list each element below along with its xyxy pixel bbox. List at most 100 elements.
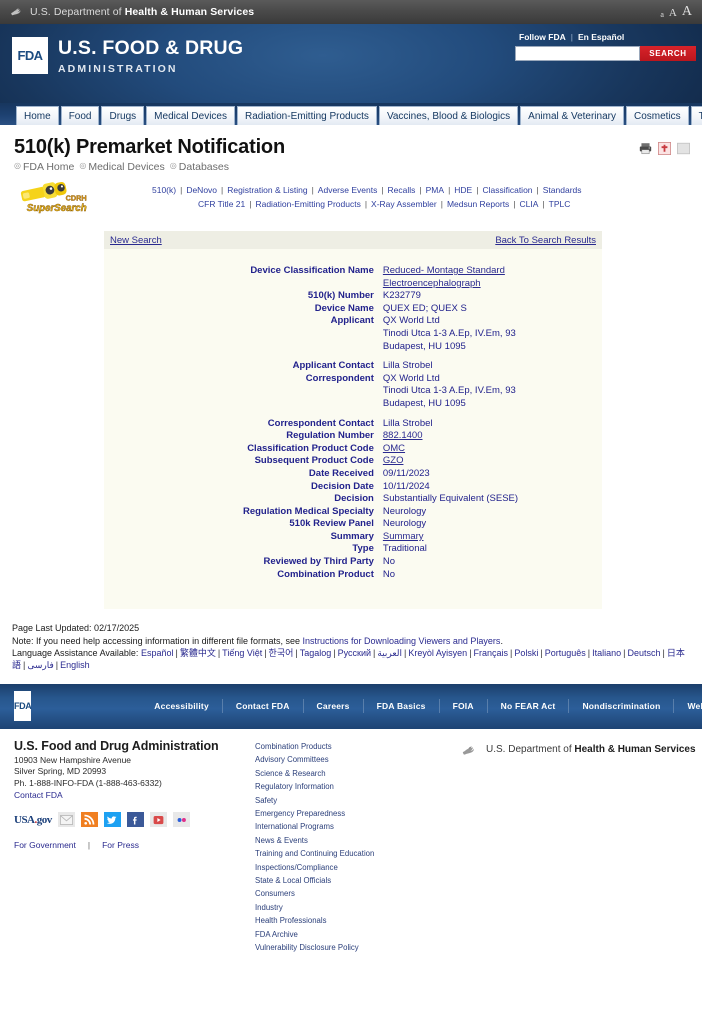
footer-link-training-and-continuing-education[interactable]: Training and Continuing Education bbox=[255, 847, 450, 860]
footer-link-emergency-preparedness[interactable]: Emergency Preparedness bbox=[255, 807, 450, 820]
footer-nav-foia[interactable]: FOIA bbox=[440, 701, 487, 711]
en-espanol-link[interactable]: En Español bbox=[578, 32, 624, 42]
for-press-link[interactable]: For Press bbox=[102, 840, 139, 850]
footer-nav-accessibility[interactable]: Accessibility bbox=[141, 701, 222, 711]
footer-link-consumers[interactable]: Consumers bbox=[255, 887, 450, 900]
language-link[interactable]: Polski bbox=[514, 648, 538, 658]
db-link-medsun-reports[interactable]: Medsun Reports bbox=[447, 199, 509, 209]
email-icon[interactable] bbox=[677, 142, 690, 155]
footer-nav-nondiscrimination[interactable]: Nondiscrimination bbox=[569, 701, 673, 711]
breadcrumb-item-fda-home[interactable]: FDA Home bbox=[23, 161, 74, 173]
footer-link-fda-archive[interactable]: FDA Archive bbox=[255, 928, 450, 941]
nav-tab-animal-veterinary[interactable]: Animal & Veterinary bbox=[520, 106, 624, 125]
back-to-search-results-link[interactable]: Back To Search Results bbox=[495, 235, 596, 246]
detail-link-summary[interactable]: Summary bbox=[383, 531, 424, 542]
language-link[interactable]: Italiano bbox=[592, 648, 621, 658]
new-search-link[interactable]: New Search bbox=[110, 235, 162, 246]
db-link-radiation-emitting-products[interactable]: Radiation-Emitting Products bbox=[255, 199, 360, 209]
language-link[interactable]: Tiếng Việt bbox=[222, 648, 262, 658]
footer-link-health-professionals[interactable]: Health Professionals bbox=[255, 914, 450, 927]
language-link[interactable]: العربية bbox=[377, 648, 402, 658]
db-link-adverse-events[interactable]: Adverse Events bbox=[318, 185, 378, 195]
nav-tab-cosmetics[interactable]: Cosmetics bbox=[625, 106, 689, 125]
detail-value-subsequent-product-code[interactable]: GZO bbox=[383, 455, 602, 468]
youtube-icon[interactable] bbox=[149, 812, 167, 828]
db-link-x-ray-assembler[interactable]: X-Ray Assembler bbox=[371, 199, 437, 209]
language-link[interactable]: Deutsch bbox=[628, 648, 661, 658]
download-viewers-link[interactable]: Instructions for Downloading Viewers and… bbox=[303, 636, 501, 646]
footer-link-vulnerability-disclosure-policy[interactable]: Vulnerability Disclosure Policy bbox=[255, 941, 450, 954]
for-government-link[interactable]: For Government bbox=[14, 840, 76, 850]
language-link[interactable]: Kreyòl Ayisyen bbox=[408, 648, 467, 658]
nav-tab-home[interactable]: Home bbox=[16, 106, 59, 125]
footer-nav-contact-fda[interactable]: Contact FDA bbox=[223, 701, 303, 711]
email-subscribe-icon[interactable] bbox=[57, 812, 75, 828]
detail-value-device-classification-name[interactable]: Reduced- Montage Standard Electroencepha… bbox=[383, 265, 602, 290]
footer-link-combination-products[interactable]: Combination Products bbox=[255, 740, 450, 753]
footer-link-international-programs[interactable]: International Programs bbox=[255, 820, 450, 833]
search-button[interactable]: SEARCH bbox=[640, 46, 696, 61]
db-link-hde[interactable]: HDE bbox=[454, 185, 472, 195]
footer-link-state-local-officials[interactable]: State & Local Officials bbox=[255, 874, 450, 887]
detail-value-summary[interactable]: Summary bbox=[383, 531, 602, 544]
text-size-small-button[interactable]: a bbox=[660, 11, 664, 19]
nav-tab-tobacco-products[interactable]: Tobacco Products bbox=[690, 106, 702, 125]
nav-tab-vaccines-blood-biologics[interactable]: Vaccines, Blood & Biologics bbox=[378, 106, 519, 125]
footer-link-science-research[interactable]: Science & Research bbox=[255, 767, 450, 780]
share-icon[interactable] bbox=[658, 142, 671, 155]
rss-icon[interactable] bbox=[80, 812, 98, 828]
nav-tab-medical-devices[interactable]: Medical Devices bbox=[146, 106, 235, 125]
text-size-medium-button[interactable]: A bbox=[669, 8, 677, 19]
detail-link-regulation-number[interactable]: 882.1400 bbox=[383, 430, 423, 441]
db-link-recalls[interactable]: Recalls bbox=[388, 185, 416, 195]
footer-link-advisory-committees[interactable]: Advisory Committees bbox=[255, 753, 450, 766]
footer-nav-website-policies-privacy[interactable]: Website Policies / Privacy bbox=[674, 701, 702, 711]
search-input[interactable] bbox=[515, 46, 640, 61]
db-link-tplc[interactable]: TPLC bbox=[549, 199, 571, 209]
footer-contact-fda-link[interactable]: Contact FDA bbox=[14, 790, 63, 800]
footer-fda-logo[interactable]: FDA bbox=[14, 691, 32, 722]
db-link-pma[interactable]: PMA bbox=[426, 185, 444, 195]
footer-nav-fda-basics[interactable]: FDA Basics bbox=[364, 701, 439, 711]
language-link[interactable]: Français bbox=[474, 648, 509, 658]
breadcrumb-item-databases[interactable]: Databases bbox=[179, 161, 229, 173]
detail-link-device-classification-name[interactable]: Reduced- Montage Standard Electroencepha… bbox=[383, 265, 505, 289]
twitter-icon[interactable] bbox=[103, 812, 121, 828]
usagov-icon[interactable]: USA.gov bbox=[14, 814, 52, 826]
language-link[interactable]: Español bbox=[141, 648, 174, 658]
print-icon[interactable] bbox=[639, 142, 652, 155]
text-size-large-button[interactable]: A bbox=[682, 5, 692, 19]
detail-value-classification-product-code[interactable]: OMC bbox=[383, 443, 602, 456]
db-link-denovo[interactable]: DeNovo bbox=[186, 185, 217, 195]
text-size-controls[interactable]: a A A bbox=[660, 5, 692, 19]
nav-tab-drugs[interactable]: Drugs bbox=[101, 106, 145, 125]
language-link[interactable]: Português bbox=[545, 648, 586, 658]
db-link-cfr-title-21[interactable]: CFR Title 21 bbox=[198, 199, 245, 209]
footer-link-news-events[interactable]: News & Events bbox=[255, 834, 450, 847]
footer-link-safety[interactable]: Safety bbox=[255, 794, 450, 807]
language-link[interactable]: Tagalog bbox=[300, 648, 332, 658]
detail-link-classification-product-code[interactable]: OMC bbox=[383, 443, 405, 454]
footer-link-regulatory-information[interactable]: Regulatory Information bbox=[255, 780, 450, 793]
db-link-classification[interactable]: Classification bbox=[482, 185, 532, 195]
fda-logo[interactable]: FDA U.S. FOOD & DRUG ADMINISTRATION bbox=[12, 37, 243, 77]
detail-value-regulation-number[interactable]: 882.1400 bbox=[383, 430, 602, 443]
cdrh-supersearch-logo-icon[interactable]: CDRH SuperSearch bbox=[14, 181, 114, 215]
facebook-icon[interactable] bbox=[126, 812, 144, 828]
footer-nav-no-fear-act[interactable]: No FEAR Act bbox=[488, 701, 569, 711]
language-link[interactable]: Русский bbox=[338, 648, 371, 658]
db-link-clia[interactable]: CLIA bbox=[520, 199, 539, 209]
nav-tab-radiation-emitting-products[interactable]: Radiation-Emitting Products bbox=[236, 106, 377, 125]
follow-fda-link[interactable]: Follow FDA bbox=[519, 32, 566, 42]
db-link-510-k[interactable]: 510(k) bbox=[152, 185, 176, 195]
footer-nav-careers[interactable]: Careers bbox=[304, 701, 363, 711]
language-link[interactable]: 繁體中文 bbox=[180, 648, 216, 658]
language-link[interactable]: English bbox=[60, 660, 90, 670]
nav-tab-food[interactable]: Food bbox=[60, 106, 100, 125]
db-link-standards[interactable]: Standards bbox=[543, 185, 582, 195]
language-link[interactable]: 한국어 bbox=[269, 648, 294, 658]
language-link[interactable]: فارسی bbox=[27, 660, 53, 670]
breadcrumb-item-medical-devices[interactable]: Medical Devices bbox=[88, 161, 164, 173]
footer-link-inspections-compliance[interactable]: Inspections/Compliance bbox=[255, 861, 450, 874]
footer-link-industry[interactable]: Industry bbox=[255, 901, 450, 914]
